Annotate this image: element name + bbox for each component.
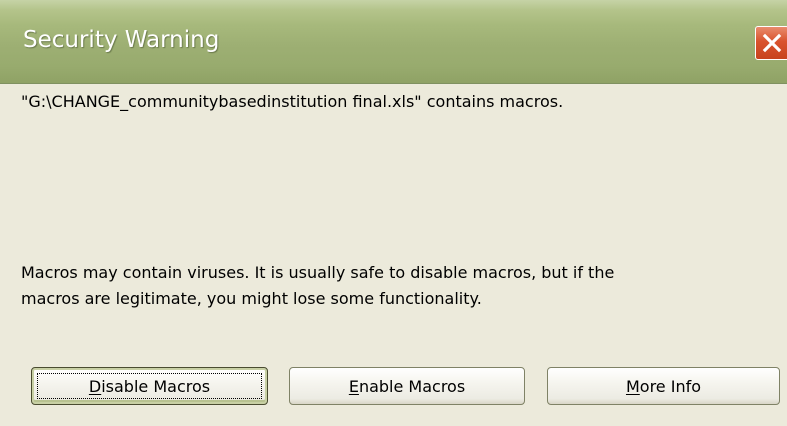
disable-label-rest: isable Macros — [101, 376, 211, 396]
enable-label-rest: nable Macros — [358, 376, 466, 396]
info-accelerator: M — [625, 376, 640, 396]
close-icon — [762, 33, 782, 53]
enable-macros-label: Enable Macros — [349, 377, 465, 396]
title-bar[interactable]: Security Warning — [0, 0, 787, 84]
disable-accelerator: D — [88, 376, 102, 396]
file-macro-notice: "G:\CHANGE_communitybasedinstitution fin… — [21, 92, 564, 111]
disable-macros-label: Disable Macros — [89, 377, 210, 396]
close-button[interactable] — [755, 26, 787, 60]
security-warning-dialog: Security Warning "G:\CHANGE_communitybas… — [0, 0, 787, 426]
macro-warning-line-2: macros are legitimate, you might lose so… — [21, 289, 482, 308]
macro-warning-text: Macros may contain viruses. It is usuall… — [21, 260, 771, 312]
more-info-button[interactable]: More Info — [547, 367, 780, 405]
dialog-title: Security Warning — [23, 27, 220, 53]
more-info-label: More Info — [626, 377, 701, 396]
info-label-rest: ore Info — [639, 376, 702, 396]
macro-warning-line-1: Macros may contain viruses. It is usuall… — [21, 263, 615, 282]
dialog-body: "G:\CHANGE_communitybasedinstitution fin… — [0, 84, 787, 426]
disable-macros-button[interactable]: Disable Macros — [31, 367, 268, 405]
enable-macros-button[interactable]: Enable Macros — [289, 367, 525, 405]
enable-accelerator: E — [348, 376, 359, 396]
